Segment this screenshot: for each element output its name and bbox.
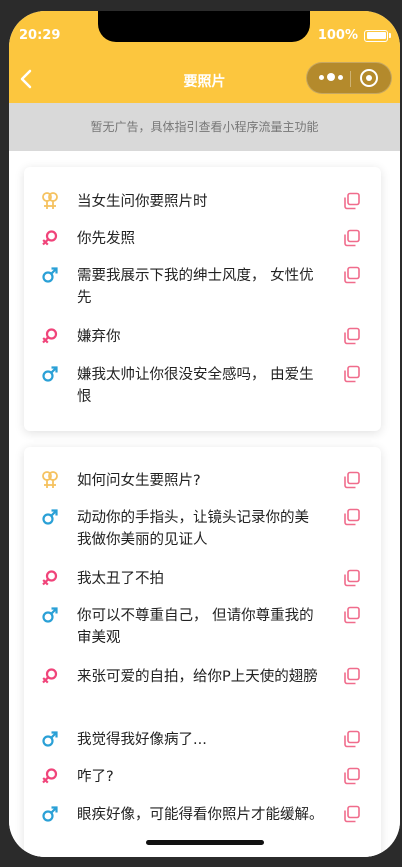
battery-icon: [364, 29, 391, 42]
male-icon: [42, 731, 58, 747]
phone-screen: 20:29 100% 要照片 暂无广告，具体指引查看小程序流量主功能 当女生问你…: [9, 11, 400, 857]
copy-icon[interactable]: [343, 327, 361, 345]
battery-percent: 100%: [317, 28, 358, 43]
copy-icon[interactable]: [343, 229, 361, 247]
dialogue-text: 嫌弃你: [77, 329, 121, 345]
copy-icon[interactable]: [343, 730, 361, 748]
female-icon: [42, 230, 58, 246]
copy-icon[interactable]: [343, 606, 361, 624]
ad-banner: 暂无广告，具体指引查看小程序流量主功能: [9, 103, 400, 151]
female-icon: [42, 328, 58, 344]
miniprogram-capsule: [306, 62, 392, 94]
gender-pair-icon: [42, 471, 58, 488]
copy-icon[interactable]: [343, 508, 361, 526]
copy-icon[interactable]: [343, 767, 361, 785]
main-content: 当女生问你要照片时 你先发照 需要我展示下我的绅士风度， 女性优先 嫌弃你 嫌我…: [9, 151, 400, 857]
dialogue-text: 来张可爱的自拍，给你P上天使的翅膀: [77, 669, 318, 685]
copy-icon[interactable]: [343, 192, 361, 210]
battery-indicator: 100%: [317, 28, 391, 43]
male-icon: [42, 366, 58, 382]
copy-icon[interactable]: [343, 266, 361, 284]
dialogue-text: 我觉得我好像病了...: [77, 732, 207, 748]
dialogue-card: 当女生问你要照片时 你先发照 需要我展示下我的绅士风度， 女性优先 嫌弃你 嫌我…: [24, 167, 381, 431]
gender-pair-icon: [42, 192, 58, 209]
male-icon: [42, 806, 58, 822]
dialogue-text: 嫌我太帅让你很没安全感吗， 由爱生恨: [77, 367, 314, 405]
dialogue-text: 需要我展示下我的绅士风度， 女性优先: [77, 268, 314, 306]
dialogue-text: 如何问女生要照片?: [77, 473, 201, 489]
dialogue-text: 当女生问你要照片时: [77, 194, 208, 210]
copy-icon[interactable]: [343, 569, 361, 587]
close-miniprogram-icon[interactable]: [360, 69, 378, 87]
male-icon: [42, 267, 58, 283]
dialogue-text: 你先发照: [77, 231, 135, 247]
copy-icon[interactable]: [343, 365, 361, 383]
female-icon: [42, 570, 58, 586]
navigation-bar: 要照片: [9, 56, 400, 103]
dialogue-text: 咋了?: [77, 769, 114, 785]
female-icon: [42, 768, 58, 784]
copy-icon[interactable]: [343, 471, 361, 489]
dialogue-text: 你可以不尊重自己， 但请你尊重我的审美观: [77, 608, 314, 646]
device-notch: [98, 11, 310, 42]
male-icon: [42, 509, 58, 525]
dialogue-text: 我太丑了不拍: [77, 571, 164, 587]
copy-icon[interactable]: [343, 667, 361, 685]
capsule-divider: [350, 71, 351, 87]
male-icon: [42, 607, 58, 623]
dialogue-text: 眼疾好像，可能得看你照片才能缓解。: [77, 807, 324, 823]
dialogue-text: 动动你的手指头，让镜头记录你的美 我做你美丽的见证人: [77, 510, 309, 548]
dialogue-card: 如何问女生要照片? 动动你的手指头，让镜头记录你的美 我做你美丽的见证人 我太丑…: [24, 447, 381, 857]
female-icon: [42, 668, 58, 684]
status-time: 20:29: [19, 28, 61, 43]
copy-icon[interactable]: [343, 805, 361, 823]
home-indicator[interactable]: [146, 840, 264, 845]
more-menu-icon[interactable]: [319, 73, 343, 81]
